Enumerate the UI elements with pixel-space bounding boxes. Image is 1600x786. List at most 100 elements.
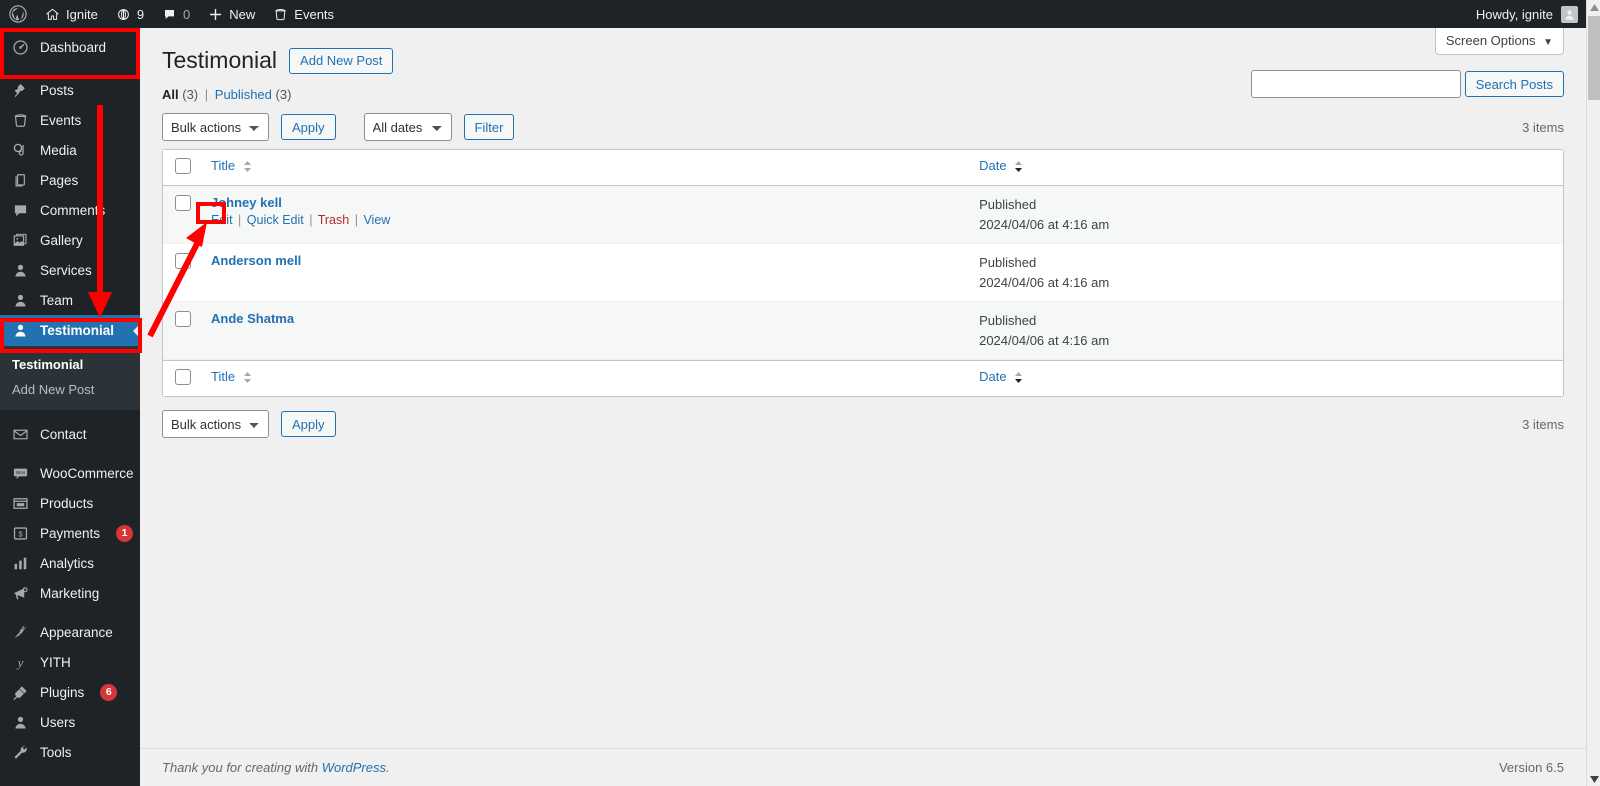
sidebar-divider — [0, 410, 140, 419]
column-header-date-top[interactable]: Date — [969, 150, 1563, 186]
sidebar-item-gallery[interactable]: Gallery — [0, 225, 140, 255]
sidebar-item-posts[interactable]: Posts — [0, 75, 140, 105]
view-published-label[interactable]: Published — [215, 87, 272, 102]
events-admin-menu[interactable]: Events — [264, 0, 343, 28]
table-row: Ande Shatma Published 2024/04/06 at 4:16… — [163, 302, 1563, 360]
column-header-title-top[interactable]: Title — [201, 150, 970, 186]
megaphone-icon — [10, 583, 30, 603]
row-action-view[interactable]: View — [363, 213, 390, 227]
sidebar-item-plugins[interactable]: Plugins 6 — [0, 677, 140, 707]
row-checkbox[interactable] — [175, 253, 191, 269]
sidebar-item-appearance[interactable]: Appearance — [0, 617, 140, 647]
svg-text:Woo: Woo — [15, 470, 25, 475]
wordpress-logo-icon — [9, 5, 27, 23]
sidebar-item-services[interactable]: Services — [0, 255, 140, 285]
sidebar-item-analytics[interactable]: Analytics — [0, 548, 140, 578]
sidebar-item-users[interactable]: Users — [0, 707, 140, 737]
row-select-cell — [163, 244, 201, 302]
updates-menu[interactable]: 9 — [107, 0, 153, 28]
sidebar-item-tools[interactable]: Tools — [0, 737, 140, 767]
envelope-icon — [10, 424, 30, 444]
pages-icon — [10, 170, 30, 190]
page-scrollbar[interactable] — [1586, 0, 1600, 786]
row-select-cell — [163, 186, 201, 244]
footer-thanks-prefix: Thank you for creating with — [162, 760, 322, 775]
wordpress-link[interactable]: WordPress — [322, 760, 386, 775]
select-all-header-bottom — [163, 360, 201, 396]
dashboard-icon — [10, 37, 30, 57]
view-all-label[interactable]: All — [162, 87, 179, 102]
new-content-label: New — [229, 6, 256, 22]
sidebar-item-team[interactable]: Team — [0, 285, 140, 315]
chevron-down-icon: ▼ — [1543, 37, 1553, 48]
media-icon — [10, 140, 30, 160]
sidebar-item-contact[interactable]: Contact — [0, 419, 140, 449]
post-title-link[interactable]: Johney kell — [211, 195, 282, 210]
my-account-menu[interactable]: Howdy, ignite — [1476, 5, 1600, 23]
wordpress-logo-menu[interactable] — [0, 0, 36, 28]
sidebar-item-products[interactable]: Products — [0, 488, 140, 518]
post-title-link[interactable]: Anderson mell — [211, 253, 301, 268]
table-header-row: Title Date — [163, 150, 1563, 186]
table-body: Johney kell Edit | Quick Edit | Trash | … — [163, 186, 1563, 360]
user-icon — [10, 260, 30, 280]
appearance-brush-icon — [10, 622, 30, 642]
apply-button-top[interactable]: Apply — [281, 114, 336, 140]
scrollbar-thumb[interactable] — [1588, 16, 1600, 100]
views-separator: | — [204, 87, 209, 102]
screen-options-toggle[interactable]: Screen Options ▼ — [1434, 28, 1564, 55]
svg-text:$: $ — [18, 529, 23, 538]
sidebar-item-comments[interactable]: Comments — [0, 195, 140, 225]
sidebar-item-yith[interactable]: y YITH — [0, 647, 140, 677]
row-action-trash[interactable]: Trash — [318, 213, 350, 227]
comments-menu[interactable]: 0 — [153, 0, 199, 28]
sidebar-item-dashboard[interactable]: Dashboard — [0, 28, 140, 66]
site-name-label: Ignite — [66, 6, 98, 22]
row-checkbox[interactable] — [175, 311, 191, 327]
new-content-menu[interactable]: New — [199, 0, 264, 28]
select-all-header-top — [163, 150, 201, 186]
submenu-item-testimonial[interactable]: Testimonial — [0, 352, 140, 377]
submenu-item-add-new-post[interactable]: Add New Post — [0, 377, 140, 402]
sidebar-item-woocommerce[interactable]: Woo WooCommerce — [0, 458, 140, 488]
scroll-down-arrow-icon[interactable] — [1587, 772, 1600, 786]
sidebar-item-label: Comments — [40, 202, 106, 218]
sidebar-item-payments[interactable]: $ Payments 1 — [0, 518, 140, 548]
scroll-up-arrow-icon[interactable] — [1587, 0, 1600, 14]
sidebar-item-marketing[interactable]: Marketing — [0, 578, 140, 608]
post-datetime: 2024/04/06 at 4:16 am — [979, 332, 1110, 348]
search-input[interactable] — [1250, 70, 1461, 98]
row-action-edit[interactable]: Edit — [211, 213, 233, 227]
footer-thankyou: Thank you for creating with WordPress. — [162, 760, 390, 775]
row-action-quick-edit[interactable]: Quick Edit — [247, 213, 304, 227]
sort-arrows-icon — [243, 371, 252, 384]
row-actions: Edit | Quick Edit | Trash | View — [211, 213, 959, 227]
bulk-actions-select-top[interactable]: Bulk actions — [162, 113, 269, 141]
post-status: Published — [979, 255, 1037, 270]
sort-arrows-icon — [1014, 160, 1023, 173]
sidebar-item-label: Contact — [40, 426, 87, 442]
column-header-date-bottom[interactable]: Date — [969, 360, 1563, 396]
posts-table: Title Date Johney kell Edit | Quick Edit… — [162, 149, 1564, 397]
bulk-actions-select-bottom[interactable]: Bulk actions — [162, 410, 269, 438]
select-all-checkbox-bottom[interactable] — [175, 369, 191, 385]
row-checkbox[interactable] — [175, 195, 191, 211]
post-title-link[interactable]: Ande Shatma — [211, 311, 294, 326]
tablenav-top: Bulk actions Apply All dates Filter 3 it… — [162, 113, 1564, 141]
sidebar-item-pages[interactable]: Pages — [0, 165, 140, 195]
add-new-post-button[interactable]: Add New Post — [289, 47, 394, 74]
select-all-checkbox-top[interactable] — [175, 158, 191, 174]
sidebar-item-label: Plugins — [40, 684, 85, 700]
column-date-label: Date — [979, 369, 1007, 384]
sidebar-item-label: Payments — [40, 525, 101, 541]
sidebar-item-media[interactable]: Media — [0, 135, 140, 165]
date-filter-select[interactable]: All dates — [363, 113, 452, 141]
filter-button[interactable]: Filter — [463, 114, 515, 140]
table-row: Johney kell Edit | Quick Edit | Trash | … — [163, 186, 1563, 244]
column-header-title-bottom[interactable]: Title — [201, 360, 970, 396]
sidebar-item-testimonial[interactable]: Testimonial — [0, 315, 140, 346]
apply-button-bottom[interactable]: Apply — [281, 411, 336, 437]
search-posts-button[interactable]: Search Posts — [1464, 71, 1564, 97]
sidebar-item-events[interactable]: Events — [0, 105, 140, 135]
site-name-menu[interactable]: Ignite — [36, 0, 107, 28]
